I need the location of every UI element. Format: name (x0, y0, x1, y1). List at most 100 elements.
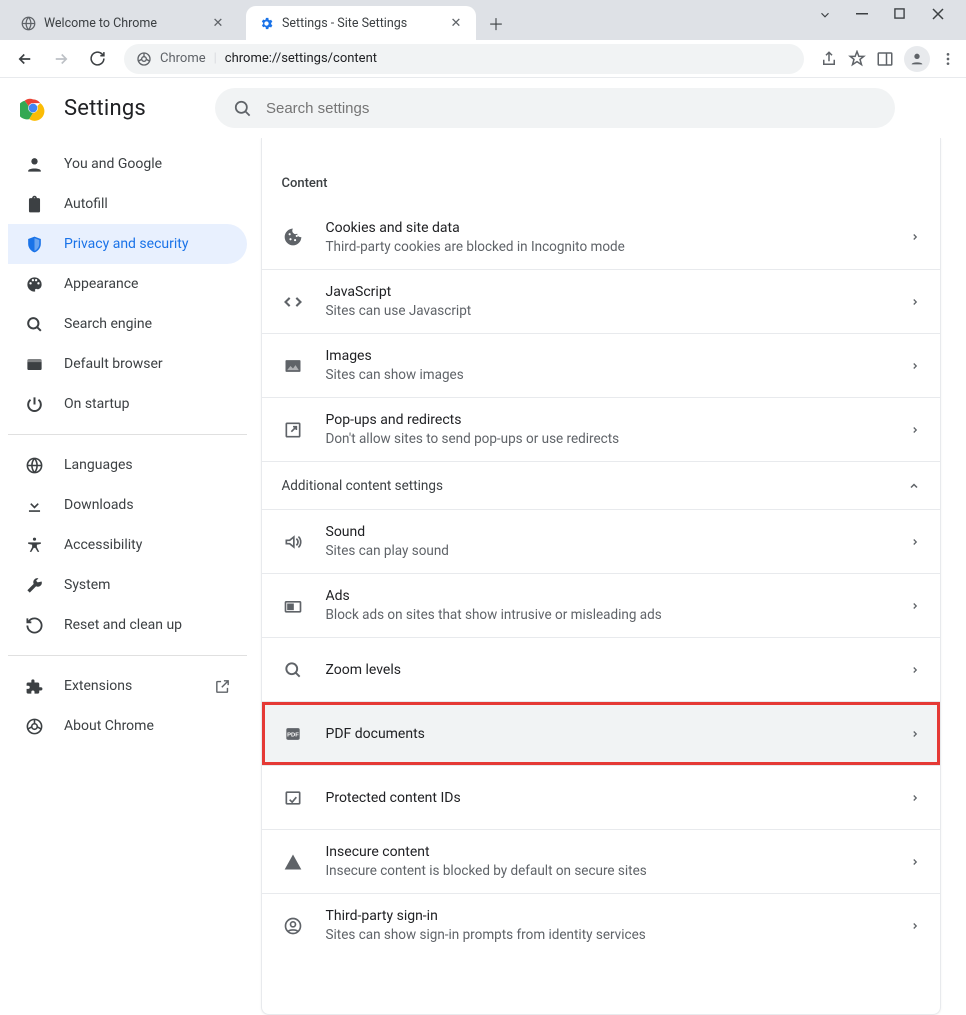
sidebar-item-accessibility[interactable]: Accessibility (8, 525, 247, 565)
reload-button[interactable] (82, 44, 112, 74)
sound-icon (282, 532, 304, 552)
sidebar-item-label: Extensions (64, 678, 132, 694)
pdf-icon: PDF (282, 724, 304, 744)
protected-icon (282, 788, 304, 808)
chevron-right-icon (910, 793, 920, 803)
sidebar-item-system[interactable]: System (8, 565, 247, 605)
tab-title: Settings - Site Settings (282, 16, 440, 31)
new-tab-button[interactable]: ＋ (482, 9, 510, 37)
sidebar: You and Google Autofill Privacy and secu… (0, 138, 255, 1015)
zoom-icon (282, 660, 304, 680)
chevron-down-icon[interactable] (818, 8, 838, 22)
side-panel-icon[interactable] (876, 50, 894, 68)
omnibox[interactable]: Chrome | chrome://settings/content (124, 44, 804, 74)
main-content: Content Cookies and site data Third-part… (255, 138, 966, 1015)
content-card: Content Cookies and site data Third-part… (261, 138, 941, 1015)
cookie-icon (282, 227, 304, 247)
sidebar-item-privacy[interactable]: Privacy and security (8, 224, 247, 264)
bookmark-icon[interactable] (848, 50, 866, 68)
content-row-ads[interactable]: Ads Block ads on sites that show intrusi… (262, 573, 940, 637)
settings-search[interactable] (215, 88, 895, 128)
ads-icon (282, 596, 304, 616)
back-button[interactable] (10, 44, 40, 74)
accessibility-icon (24, 536, 44, 555)
row-subtitle: Sites can show images (326, 367, 888, 383)
settings-search-input[interactable] (266, 100, 877, 117)
chevron-right-icon (910, 537, 920, 547)
person-icon (24, 155, 44, 174)
content-row-protected[interactable]: Protected content IDs (262, 765, 940, 829)
menu-icon[interactable] (940, 51, 956, 67)
content-row-popups[interactable]: Pop-ups and redirects Don't allow sites … (262, 397, 940, 461)
additional-content-expander[interactable]: Additional content settings (262, 461, 940, 509)
tab-settings[interactable]: Settings - Site Settings ✕ (246, 6, 476, 40)
sidebar-item-label: Appearance (64, 276, 138, 292)
content-row-cookies[interactable]: Cookies and site data Third-party cookie… (262, 205, 940, 269)
sidebar-item-appearance[interactable]: Appearance (8, 264, 247, 304)
sidebar-item-about[interactable]: About Chrome (8, 706, 247, 746)
row-title: Third-party sign-in (326, 908, 888, 924)
row-title: Sound (326, 524, 888, 540)
close-icon[interactable]: ✕ (210, 15, 226, 31)
close-icon[interactable]: ✕ (448, 15, 464, 31)
omnibox-url: chrome://settings/content (225, 51, 377, 66)
gear-icon (258, 15, 274, 31)
chevron-right-icon (910, 665, 920, 675)
image-icon (282, 356, 304, 376)
row-title: Insecure content (326, 844, 888, 860)
window-controls (818, 0, 966, 22)
sidebar-item-default[interactable]: Default browser (8, 344, 247, 384)
chevron-right-icon (910, 729, 920, 739)
row-title: Cookies and site data (326, 220, 888, 236)
maximize-icon[interactable] (894, 8, 914, 22)
extension-icon (24, 677, 44, 696)
row-subtitle: Sites can show sign-in prompts from iden… (326, 927, 888, 943)
close-window-icon[interactable] (932, 8, 952, 22)
sidebar-item-label: You and Google (64, 156, 162, 172)
browser-titlebar: Welcome to Chrome ✕ Settings - Site Sett… (0, 0, 966, 40)
code-icon (282, 292, 304, 312)
sidebar-item-autofill[interactable]: Autofill (8, 184, 247, 224)
omnibox-scheme: Chrome (160, 51, 206, 66)
content-row-pdf[interactable]: PDF PDF documents (262, 701, 940, 765)
content-row-insecure[interactable]: Insecure content Insecure content is blo… (262, 829, 940, 893)
globe-icon (20, 15, 36, 31)
sidebar-separator (8, 655, 247, 656)
power-icon (24, 395, 44, 414)
sidebar-item-label: Default browser (64, 356, 163, 372)
wrench-icon (24, 576, 44, 595)
content-row-thirdparty[interactable]: Third-party sign-in Sites can show sign-… (262, 893, 940, 957)
chrome-scheme-icon (136, 51, 152, 67)
sidebar-item-downloads[interactable]: Downloads (8, 485, 247, 525)
content-row-javascript[interactable]: JavaScript Sites can use Javascript (262, 269, 940, 333)
minimize-icon[interactable] (856, 8, 876, 22)
row-title: JavaScript (326, 284, 888, 300)
sidebar-item-extensions[interactable]: Extensions (8, 666, 247, 706)
content-row-zoom[interactable]: Zoom levels (262, 637, 940, 701)
chevron-right-icon (910, 601, 920, 611)
tab-welcome[interactable]: Welcome to Chrome ✕ (8, 6, 238, 40)
tab-title: Welcome to Chrome (44, 16, 202, 31)
share-icon[interactable] (820, 50, 838, 68)
chrome-icon (24, 717, 44, 736)
sidebar-item-search[interactable]: Search engine (8, 304, 247, 344)
search-icon (233, 99, 252, 118)
additional-content-label: Additional content settings (282, 478, 886, 494)
forward-button[interactable] (46, 44, 76, 74)
row-title: Ads (326, 588, 888, 604)
content-row-images[interactable]: Images Sites can show images (262, 333, 940, 397)
content-row-sound[interactable]: Sound Sites can play sound (262, 509, 940, 573)
restore-icon (24, 616, 44, 635)
sidebar-item-label: Languages (64, 457, 133, 473)
sidebar-item-reset[interactable]: Reset and clean up (8, 605, 247, 645)
globe-icon (24, 456, 44, 475)
profile-avatar[interactable] (904, 46, 930, 72)
sidebar-item-startup[interactable]: On startup (8, 384, 247, 424)
sidebar-item-label: Privacy and security (64, 236, 188, 252)
sidebar-item-languages[interactable]: Languages (8, 445, 247, 485)
sidebar-item-you[interactable]: You and Google (8, 144, 247, 184)
section-label-content: Content (262, 138, 940, 205)
sidebar-item-label: System (64, 577, 110, 593)
sidebar-item-label: Search engine (64, 316, 152, 332)
row-subtitle: Sites can use Javascript (326, 303, 888, 319)
